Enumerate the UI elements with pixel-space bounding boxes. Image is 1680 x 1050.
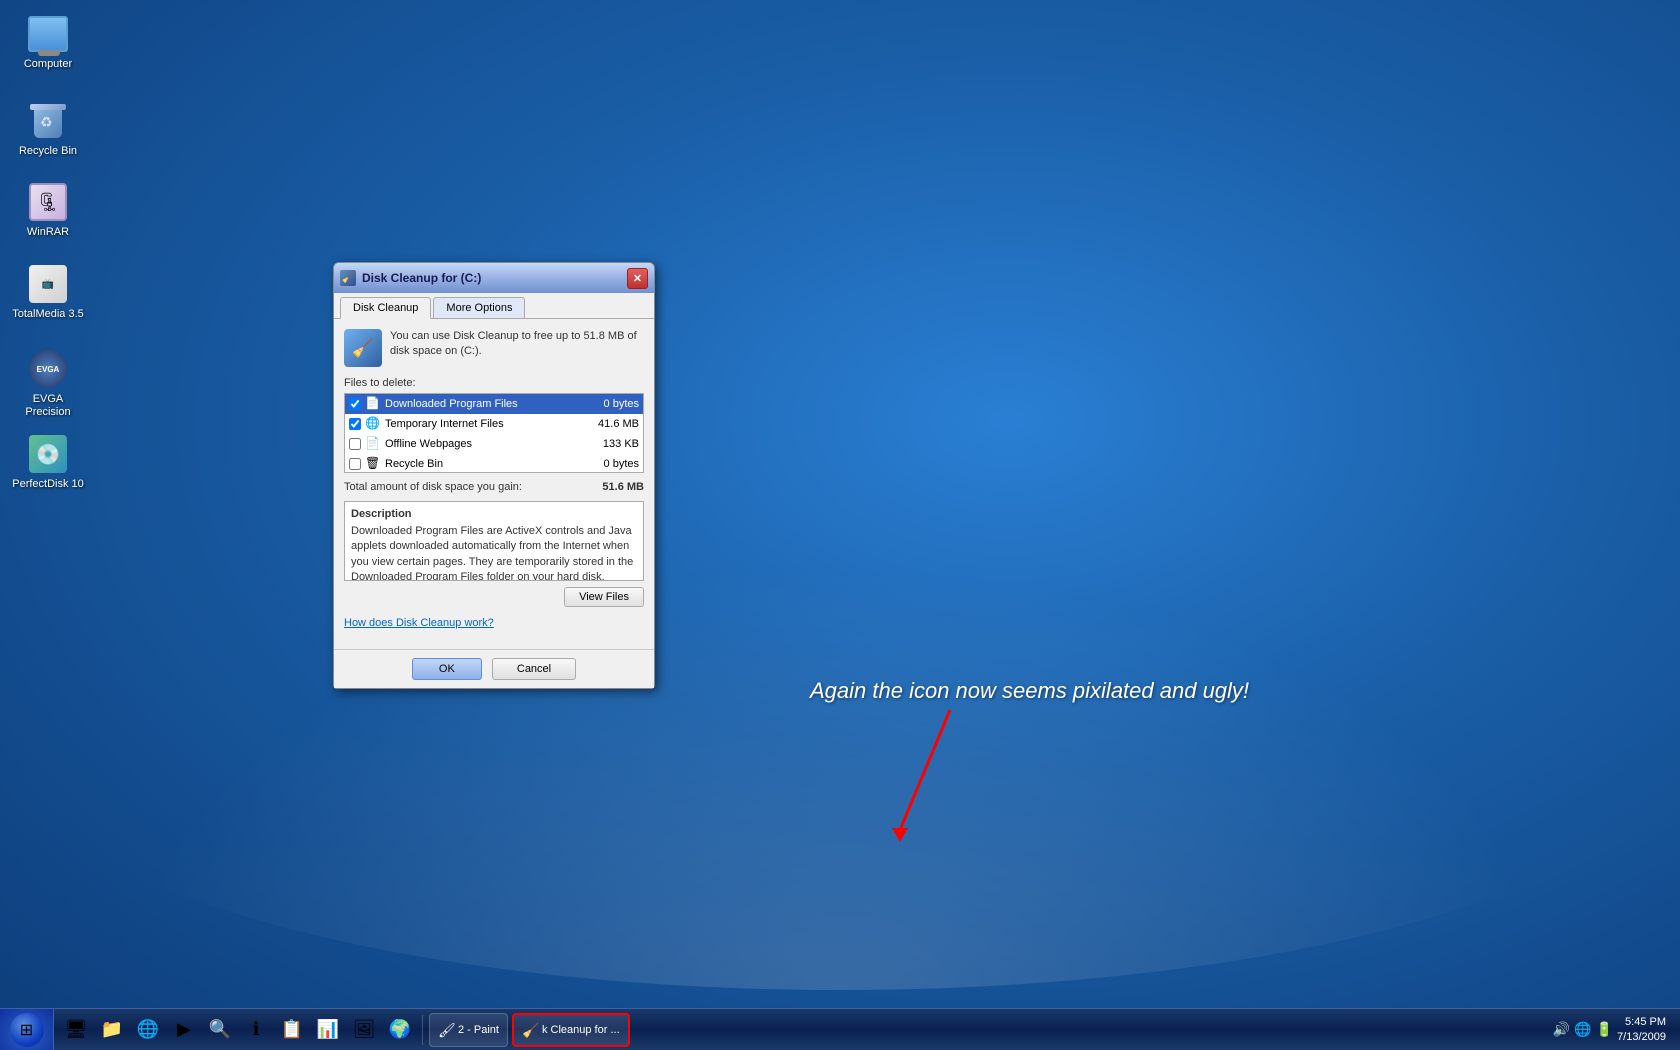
taskbar-icon-search[interactable]: 🔍 [203, 1013, 237, 1047]
dialog-content: 🧹 You can use Disk Cleanup to free up to… [334, 319, 654, 649]
systray-icon-network[interactable]: 🌐 [1574, 1021, 1591, 1038]
file-size-2: 133 KB [584, 438, 639, 450]
file-checkbox-2[interactable] [349, 438, 361, 450]
clock-time: 5:45 PM [1617, 1015, 1666, 1029]
start-button[interactable]: ⊞ [0, 1009, 54, 1050]
taskbar-task-disk-cleanup[interactable]: 🧹 k Cleanup for ... [512, 1013, 630, 1047]
paint-task-label: 2 - Paint [458, 1024, 499, 1036]
taskbar-icon-app3[interactable]: 🖼 [347, 1013, 381, 1047]
totalmedia-icon: 📺 [28, 264, 68, 304]
winrar-icon: 🗜 [28, 182, 68, 222]
taskbar-icon-folder[interactable]: 📁 [95, 1013, 129, 1047]
computer-icon [28, 14, 68, 54]
dialog-titlebar[interactable]: 🧹 Disk Cleanup for (C:) ✕ [334, 263, 654, 293]
dialog-header: 🧹 You can use Disk Cleanup to free up to… [344, 329, 644, 367]
file-name-1: Temporary Internet Files [385, 418, 584, 430]
file-checkbox-3[interactable] [349, 458, 361, 470]
taskbar-items: 🖥 📁 🌐 ▶ 🔍 ℹ 📋 📊 🖼 🌍 🖌 2 - Paint 🧹 k Clea… [54, 1009, 1547, 1050]
taskbar-icon-globe[interactable]: 🌍 [383, 1013, 417, 1047]
file-item-offline-webpages[interactable]: 📄 Offline Webpages 133 KB [345, 434, 643, 454]
evga-label: EVGA Precision [12, 393, 84, 419]
systray: 🔊 🌐 🔋 5:45 PM 7/13/2009 [1547, 1009, 1680, 1050]
dialog-close-button[interactable]: ✕ [627, 268, 648, 289]
file-size-0: 0 bytes [584, 398, 639, 410]
file-icon-2: 📄 [365, 436, 381, 452]
recycle-bin-label: Recycle Bin [19, 145, 77, 158]
file-size-1: 41.6 MB [584, 418, 639, 430]
windows-orb: ⊞ [10, 1013, 44, 1047]
view-files-button[interactable]: View Files [564, 587, 644, 607]
computer-label: Computer [24, 58, 72, 71]
description-box: Description Downloaded Program Files are… [344, 501, 644, 581]
dialog-title-icon: 🧹 [340, 270, 356, 286]
file-item-recycle-bin[interactable]: 🗑 Recycle Bin 0 bytes [345, 454, 643, 473]
tab-disk-cleanup[interactable]: Disk Cleanup [340, 297, 431, 319]
totalmedia-label: TotalMedia 3.5 [12, 308, 84, 321]
desktop-icon-evga[interactable]: EVGA EVGA Precision [8, 345, 88, 423]
file-icon-1: 🌐 [365, 416, 381, 432]
disk-cleanup-taskbar-icon: 🧹 [522, 1022, 538, 1038]
file-item-downloaded-programs[interactable]: 📄 Downloaded Program Files 0 bytes [345, 394, 643, 414]
dialog-title: Disk Cleanup for (C:) [362, 271, 627, 285]
desktop-icon-computer[interactable]: Computer [8, 10, 88, 75]
file-size-3: 0 bytes [584, 458, 639, 470]
taskbar: ⊞ 🖥 📁 🌐 ▶ 🔍 ℹ 📋 📊 🖼 🌍 🖌 2 - Paint 🧹 [0, 1008, 1680, 1050]
how-disk-cleanup-link[interactable]: How does Disk Cleanup work? [344, 617, 494, 629]
file-name-0: Downloaded Program Files [385, 398, 584, 410]
files-to-delete-list[interactable]: 📄 Downloaded Program Files 0 bytes 🌐 Tem… [344, 393, 644, 473]
taskbar-icon-info[interactable]: ℹ [239, 1013, 273, 1047]
desktop-icon-totalmedia[interactable]: 📺 TotalMedia 3.5 [8, 260, 88, 325]
paint-icon: 🖌 [438, 1022, 454, 1038]
cleanup-icon: 🧹 [344, 329, 382, 367]
total-row: Total amount of disk space you gain: 51.… [344, 481, 644, 493]
description-body: Downloaded Program Files are ActiveX con… [351, 524, 637, 581]
dialog-header-text: You can use Disk Cleanup to free up to 5… [390, 329, 644, 360]
perfectdisk-icon: 💿 [28, 434, 68, 474]
file-name-2: Offline Webpages [385, 438, 584, 450]
taskbar-icon-browser[interactable]: 🌐 [131, 1013, 165, 1047]
ok-button[interactable]: OK [412, 658, 482, 680]
taskbar-icon-ie[interactable]: 🖥 [59, 1013, 93, 1047]
file-item-temp-internet[interactable]: 🌐 Temporary Internet Files 41.6 MB [345, 414, 643, 434]
taskbar-task-paint[interactable]: 🖌 2 - Paint [429, 1013, 508, 1047]
description-title: Description [351, 508, 637, 520]
taskbar-separator [422, 1015, 423, 1045]
disk-cleanup-dialog: 🧹 Disk Cleanup for (C:) ✕ Disk Cleanup M… [333, 262, 655, 689]
file-icon-0: 📄 [365, 396, 381, 412]
evga-icon: EVGA [28, 349, 68, 389]
desktop-icon-winrar[interactable]: 🗜 WinRAR [8, 178, 88, 243]
systray-icon-battery[interactable]: 🔋 [1596, 1021, 1613, 1038]
desktop-swoosh [0, 490, 1680, 990]
view-files-row: View Files [344, 587, 644, 607]
cancel-button[interactable]: Cancel [492, 658, 576, 680]
dialog-tab-strip: Disk Cleanup More Options [334, 293, 654, 319]
file-icon-3: 🗑 [365, 456, 381, 472]
total-label: Total amount of disk space you gain: [344, 481, 522, 493]
perfectdisk-label: PerfectDisk 10 [12, 478, 84, 491]
desktop-icon-recycle-bin[interactable]: ♻ Recycle Bin [8, 97, 88, 162]
files-section-label: Files to delete: [344, 377, 644, 389]
winrar-label: WinRAR [27, 226, 69, 239]
tab-more-options[interactable]: More Options [433, 297, 525, 318]
desktop-icon-perfectdisk[interactable]: 💿 PerfectDisk 10 [8, 430, 88, 495]
link-row: How does Disk Cleanup work? [344, 613, 644, 631]
clock-date: 7/13/2009 [1617, 1030, 1666, 1044]
systray-icon-volume[interactable]: 🔊 [1553, 1021, 1570, 1038]
taskbar-icon-app1[interactable]: 📋 [275, 1013, 309, 1047]
taskbar-icon-app2[interactable]: 📊 [311, 1013, 345, 1047]
dialog-buttons: OK Cancel [334, 649, 654, 688]
recycle-bin-icon: ♻ [28, 101, 68, 141]
total-value: 51.6 MB [602, 481, 644, 493]
taskbar-icon-media[interactable]: ▶ [167, 1013, 201, 1047]
file-checkbox-0[interactable] [349, 398, 361, 410]
system-clock[interactable]: 5:45 PM 7/13/2009 [1617, 1015, 1674, 1044]
desktop: Computer ♻ Recycle Bin 🗜 WinRAR 📺 TotalM… [0, 0, 1680, 1050]
file-name-3: Recycle Bin [385, 458, 584, 470]
disk-cleanup-task-label: k Cleanup for ... [542, 1024, 620, 1036]
file-checkbox-1[interactable] [349, 418, 361, 430]
